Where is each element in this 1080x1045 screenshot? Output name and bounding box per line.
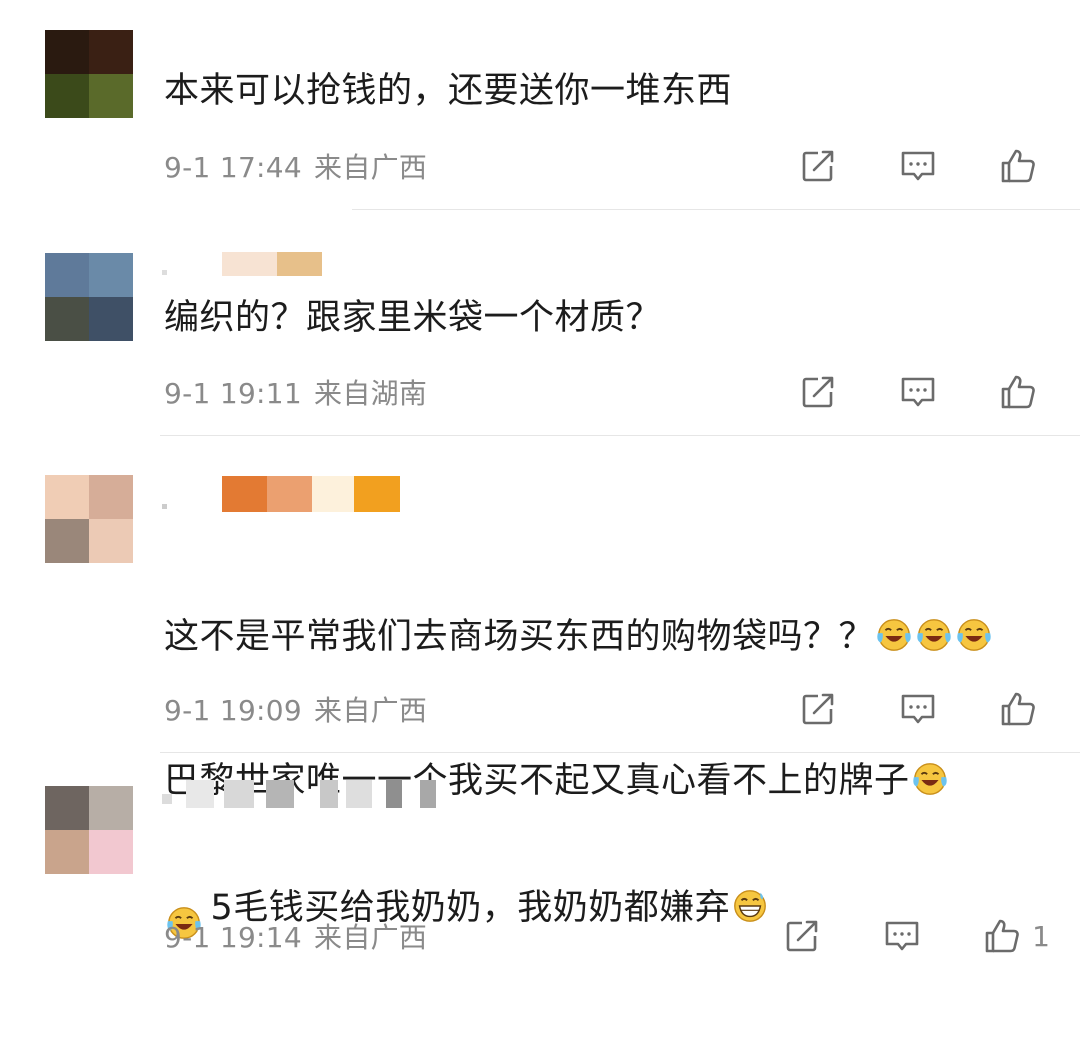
comment-meta: 9-1 19:11 来自湖南 [164, 372, 427, 412]
blur-block [267, 476, 312, 512]
blur-block [386, 780, 402, 808]
avatar-tile [45, 786, 89, 830]
comment-time: 9-1 19:11 [164, 377, 303, 410]
like-count: 1 [1032, 919, 1050, 953]
avatar-tile [89, 519, 133, 563]
thumbs-up-icon[interactable] [980, 914, 1024, 958]
avatar-tile [45, 830, 89, 874]
like-button[interactable]: 1 [980, 914, 1050, 958]
avatar[interactable] [45, 253, 133, 341]
comment-actions: 1 [780, 914, 1050, 958]
divider [352, 209, 1080, 210]
comment-text-line: 这不是平常我们去商场买东西的购物袋吗？？ [164, 613, 1064, 661]
laugh-cry-emoji [915, 616, 953, 654]
comment-icon[interactable] [880, 914, 924, 958]
comment-location: 来自广西 [314, 151, 428, 184]
blur-block [266, 780, 294, 808]
divider [160, 435, 1080, 436]
blur-block [224, 780, 254, 808]
share-icon[interactable] [796, 687, 840, 731]
comment-icon[interactable] [896, 687, 940, 731]
comment-actions [796, 687, 1040, 731]
avatar-tile [89, 30, 133, 74]
comment-actions [796, 370, 1040, 414]
avatar-tile [89, 786, 133, 830]
username-blurred[interactable] [162, 252, 322, 276]
comment-text: 5毛钱买给我奶奶，我奶奶都嫌弃 [164, 836, 1064, 980]
blur-block [222, 252, 277, 276]
avatar[interactable] [45, 786, 133, 874]
laugh-cry-emoji [955, 616, 993, 654]
grin-sweat-emoji [731, 887, 769, 925]
avatar-tile [89, 297, 133, 341]
avatar-tile [89, 475, 133, 519]
avatar-tile [45, 30, 89, 74]
username-blurred[interactable] [162, 476, 400, 512]
avatar-tile [45, 475, 89, 519]
comment-actions [796, 144, 1040, 188]
blur-block [162, 269, 167, 275]
avatar-tile [45, 519, 89, 563]
share-icon[interactable] [796, 370, 840, 414]
blur-block [222, 476, 267, 512]
comment-time: 9-1 19:14 [164, 921, 303, 954]
blur-block [162, 794, 172, 804]
share-icon[interactable] [796, 144, 840, 188]
comment-text: 本来可以抢钱的，还要送你一堆东西 [164, 71, 733, 111]
blur-block [320, 780, 338, 808]
blur-block [420, 780, 436, 808]
thumbs-up-icon[interactable] [996, 370, 1040, 414]
blur-block [354, 476, 400, 512]
avatar-tile [89, 74, 133, 118]
comment-meta: 9-1 17:44 来自广西 [164, 146, 427, 186]
avatar-tile [45, 297, 89, 341]
comment-time: 9-1 17:44 [164, 151, 303, 184]
blur-block [186, 780, 214, 808]
avatar-tile [45, 253, 89, 297]
avatar-tile [89, 253, 133, 297]
share-icon[interactable] [780, 914, 824, 958]
avatar-tile [45, 74, 89, 118]
comment-icon[interactable] [896, 370, 940, 414]
comment-location: 来自广西 [314, 694, 428, 727]
thumbs-up-icon[interactable] [996, 687, 1040, 731]
comment-time: 9-1 19:09 [164, 694, 303, 727]
comment-icon[interactable] [896, 144, 940, 188]
thumbs-up-icon[interactable] [996, 144, 1040, 188]
avatar-tile [89, 830, 133, 874]
laugh-cry-emoji [875, 616, 913, 654]
laugh-cry-emoji [911, 760, 949, 798]
username-blurred[interactable] [162, 780, 436, 808]
blur-block [312, 476, 354, 512]
divider [160, 752, 1080, 753]
comment-meta: 9-1 19:09 来自广西 [164, 689, 427, 729]
avatar[interactable] [45, 30, 133, 118]
comment-location: 来自广西 [314, 921, 428, 954]
comment-location: 来自湖南 [314, 377, 428, 410]
blur-block [346, 780, 372, 808]
comment-text-line1: 这不是平常我们去商场买东西的购物袋吗？？ [164, 617, 875, 657]
blur-block [162, 503, 167, 509]
comment-text: 编织的？跟家里米袋一个材质？ [164, 298, 662, 338]
blur-block [277, 252, 322, 276]
avatar[interactable] [45, 475, 133, 563]
comment-meta: 9-1 19:14 来自广西 [164, 916, 427, 956]
